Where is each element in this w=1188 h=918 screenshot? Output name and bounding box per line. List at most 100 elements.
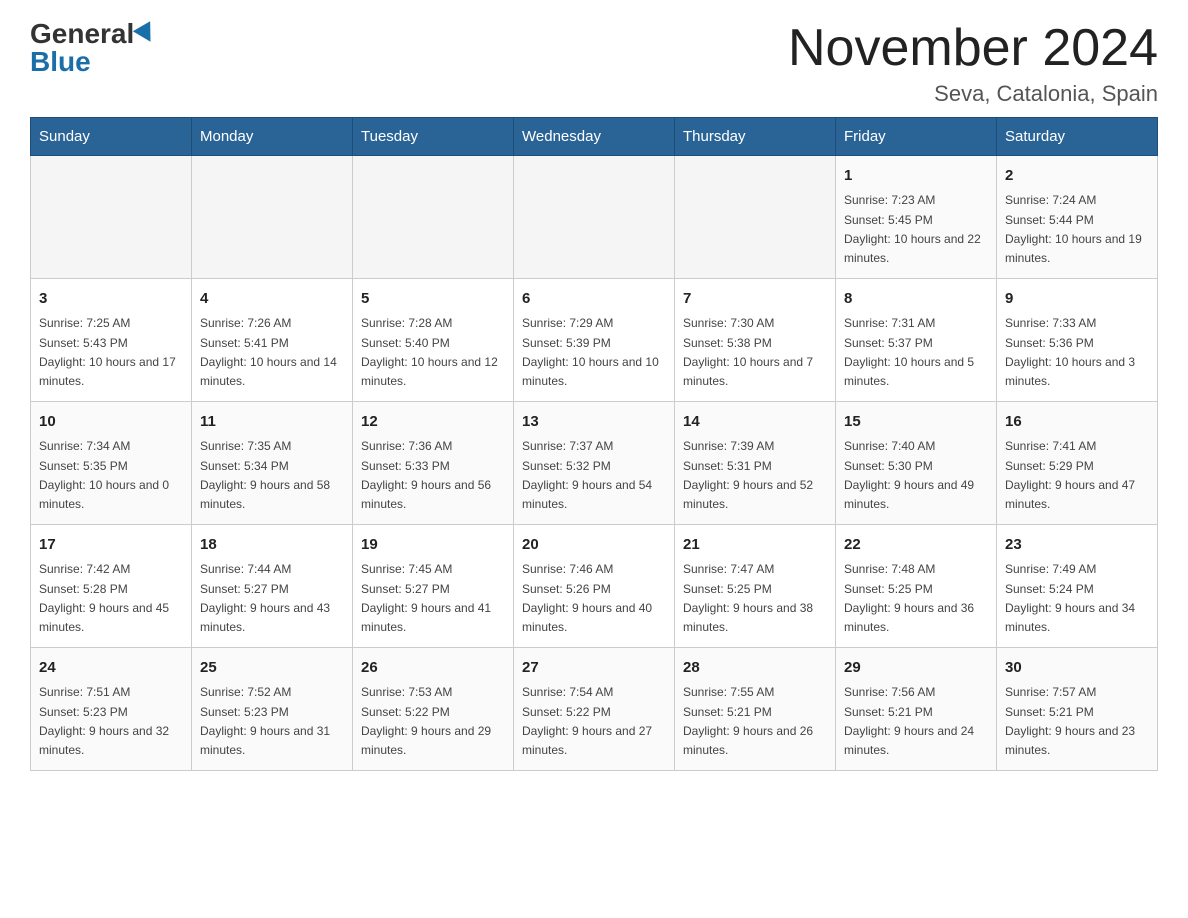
calendar-header-row: SundayMondayTuesdayWednesdayThursdayFrid… <box>31 118 1158 156</box>
day-of-week-header: Sunday <box>31 118 192 156</box>
sun-info: Sunrise: 7:54 AMSunset: 5:22 PMDaylight:… <box>522 683 666 760</box>
day-number: 1 <box>844 164 988 187</box>
location-title: Seva, Catalonia, Spain <box>788 81 1158 107</box>
calendar-cell <box>353 156 514 279</box>
day-number: 15 <box>844 410 988 433</box>
calendar-cell: 8 Sunrise: 7:31 AMSunset: 5:37 PMDaylight… <box>836 279 997 402</box>
sun-info: Sunrise: 7:47 AMSunset: 5:25 PMDaylight:… <box>683 560 827 637</box>
day-number: 8 <box>844 287 988 310</box>
calendar-cell: 4 Sunrise: 7:26 AMSunset: 5:41 PMDaylight… <box>192 279 353 402</box>
calendar-cell: 13Sunrise: 7:37 AMSunset: 5:32 PMDayligh… <box>514 402 675 525</box>
day-number: 24 <box>39 656 183 679</box>
calendar-cell: 11 Sunrise: 7:35 AMSunset: 5:34 PMDayligh… <box>192 402 353 525</box>
calendar-cell: 14Sunrise: 7:39 AMSunset: 5:31 PMDayligh… <box>675 402 836 525</box>
sun-info: Sunrise: 7:41 AMSunset: 5:29 PMDaylight:… <box>1005 437 1149 514</box>
day-number: 10 <box>39 410 183 433</box>
calendar-cell: 23 Sunrise: 7:49 AMSunset: 5:24 PMDayligh… <box>997 525 1158 648</box>
calendar-cell: 28Sunrise: 7:55 AMSunset: 5:21 PMDayligh… <box>675 648 836 771</box>
sun-info: Sunrise: 7:29 AMSunset: 5:39 PMDaylight:… <box>522 314 666 391</box>
calendar-cell: 29 Sunrise: 7:56 AMSunset: 5:21 PMDayligh… <box>836 648 997 771</box>
day-number: 21 <box>683 533 827 556</box>
calendar-table: SundayMondayTuesdayWednesdayThursdayFrid… <box>30 117 1158 771</box>
day-number: 30 <box>1005 656 1149 679</box>
sun-info: Sunrise: 7:45 AMSunset: 5:27 PMDaylight:… <box>361 560 505 637</box>
calendar-week-row: 17 Sunrise: 7:42 AMSunset: 5:28 PMDayligh… <box>31 525 1158 648</box>
sun-info: Sunrise: 7:51 AMSunset: 5:23 PMDaylight:… <box>39 683 183 760</box>
sun-info: Sunrise: 7:26 AMSunset: 5:41 PMDaylight:… <box>200 314 344 391</box>
sun-info: Sunrise: 7:34 AMSunset: 5:35 PMDaylight:… <box>39 437 183 514</box>
calendar-cell: 20Sunrise: 7:46 AMSunset: 5:26 PMDayligh… <box>514 525 675 648</box>
calendar-cell: 25 Sunrise: 7:52 AMSunset: 5:23 PMDayligh… <box>192 648 353 771</box>
logo-triangle-icon <box>133 21 159 47</box>
day-number: 16 <box>1005 410 1149 433</box>
sun-info: Sunrise: 7:31 AMSunset: 5:37 PMDaylight:… <box>844 314 988 391</box>
day-number: 12 <box>361 410 505 433</box>
calendar-week-row: 24 Sunrise: 7:51 AMSunset: 5:23 PMDayligh… <box>31 648 1158 771</box>
day-number: 27 <box>522 656 666 679</box>
calendar-cell: 18 Sunrise: 7:44 AMSunset: 5:27 PMDayligh… <box>192 525 353 648</box>
day-of-week-header: Monday <box>192 118 353 156</box>
sun-info: Sunrise: 7:30 AMSunset: 5:38 PMDaylight:… <box>683 314 827 391</box>
day-of-week-header: Thursday <box>675 118 836 156</box>
calendar-cell: 24 Sunrise: 7:51 AMSunset: 5:23 PMDayligh… <box>31 648 192 771</box>
sun-info: Sunrise: 7:35 AMSunset: 5:34 PMDaylight:… <box>200 437 344 514</box>
day-of-week-header: Wednesday <box>514 118 675 156</box>
sun-info: Sunrise: 7:25 AMSunset: 5:43 PMDaylight:… <box>39 314 183 391</box>
day-number: 7 <box>683 287 827 310</box>
day-number: 28 <box>683 656 827 679</box>
day-number: 26 <box>361 656 505 679</box>
calendar-cell: 26Sunrise: 7:53 AMSunset: 5:22 PMDayligh… <box>353 648 514 771</box>
day-of-week-header: Tuesday <box>353 118 514 156</box>
calendar-cell: 9 Sunrise: 7:33 AMSunset: 5:36 PMDaylight… <box>997 279 1158 402</box>
calendar-cell: 2Sunrise: 7:24 AMSunset: 5:44 PMDaylight… <box>997 156 1158 279</box>
calendar-cell: 6 Sunrise: 7:29 AMSunset: 5:39 PMDaylight… <box>514 279 675 402</box>
sun-info: Sunrise: 7:48 AMSunset: 5:25 PMDaylight:… <box>844 560 988 637</box>
calendar-cell: 21 Sunrise: 7:47 AMSunset: 5:25 PMDayligh… <box>675 525 836 648</box>
calendar-cell: 10 Sunrise: 7:34 AMSunset: 5:35 PMDayligh… <box>31 402 192 525</box>
day-number: 6 <box>522 287 666 310</box>
calendar-cell: 19Sunrise: 7:45 AMSunset: 5:27 PMDayligh… <box>353 525 514 648</box>
sun-info: Sunrise: 7:28 AMSunset: 5:40 PMDaylight:… <box>361 314 505 391</box>
logo-blue: Blue <box>30 48 91 76</box>
sun-info: Sunrise: 7:42 AMSunset: 5:28 PMDaylight:… <box>39 560 183 637</box>
sun-info: Sunrise: 7:23 AMSunset: 5:45 PMDaylight:… <box>844 191 988 268</box>
sun-info: Sunrise: 7:52 AMSunset: 5:23 PMDaylight:… <box>200 683 344 760</box>
calendar-week-row: 10 Sunrise: 7:34 AMSunset: 5:35 PMDayligh… <box>31 402 1158 525</box>
day-number: 29 <box>844 656 988 679</box>
sun-info: Sunrise: 7:36 AMSunset: 5:33 PMDaylight:… <box>361 437 505 514</box>
sun-info: Sunrise: 7:40 AMSunset: 5:30 PMDaylight:… <box>844 437 988 514</box>
calendar-cell: 27 Sunrise: 7:54 AMSunset: 5:22 PMDayligh… <box>514 648 675 771</box>
day-number: 13 <box>522 410 666 433</box>
day-number: 22 <box>844 533 988 556</box>
title-section: November 2024 Seva, Catalonia, Spain <box>788 20 1158 107</box>
day-number: 23 <box>1005 533 1149 556</box>
sun-info: Sunrise: 7:33 AMSunset: 5:36 PMDaylight:… <box>1005 314 1149 391</box>
day-number: 25 <box>200 656 344 679</box>
day-number: 11 <box>200 410 344 433</box>
logo: General Blue <box>30 20 156 76</box>
day-number: 17 <box>39 533 183 556</box>
day-number: 18 <box>200 533 344 556</box>
day-number: 9 <box>1005 287 1149 310</box>
day-number: 4 <box>200 287 344 310</box>
sun-info: Sunrise: 7:39 AMSunset: 5:31 PMDaylight:… <box>683 437 827 514</box>
calendar-cell: 3 Sunrise: 7:25 AMSunset: 5:43 PMDaylight… <box>31 279 192 402</box>
calendar-cell <box>514 156 675 279</box>
calendar-cell: 1 Sunrise: 7:23 AMSunset: 5:45 PMDaylight… <box>836 156 997 279</box>
calendar-cell: 7 Sunrise: 7:30 AMSunset: 5:38 PMDaylight… <box>675 279 836 402</box>
sun-info: Sunrise: 7:56 AMSunset: 5:21 PMDaylight:… <box>844 683 988 760</box>
calendar-cell <box>675 156 836 279</box>
sun-info: Sunrise: 7:57 AMSunset: 5:21 PMDaylight:… <box>1005 683 1149 760</box>
calendar-cell: 22 Sunrise: 7:48 AMSunset: 5:25 PMDayligh… <box>836 525 997 648</box>
sun-info: Sunrise: 7:44 AMSunset: 5:27 PMDaylight:… <box>200 560 344 637</box>
page-header: General Blue November 2024 Seva, Catalon… <box>30 20 1158 107</box>
day-of-week-header: Friday <box>836 118 997 156</box>
calendar-cell: 17 Sunrise: 7:42 AMSunset: 5:28 PMDayligh… <box>31 525 192 648</box>
calendar-cell: 16 Sunrise: 7:41 AMSunset: 5:29 PMDayligh… <box>997 402 1158 525</box>
calendar-cell: 30 Sunrise: 7:57 AMSunset: 5:21 PMDayligh… <box>997 648 1158 771</box>
sun-info: Sunrise: 7:24 AMSunset: 5:44 PMDaylight:… <box>1005 191 1149 268</box>
logo-general: General <box>30 20 134 48</box>
month-title: November 2024 <box>788 20 1158 77</box>
sun-info: Sunrise: 7:49 AMSunset: 5:24 PMDaylight:… <box>1005 560 1149 637</box>
day-number: 3 <box>39 287 183 310</box>
